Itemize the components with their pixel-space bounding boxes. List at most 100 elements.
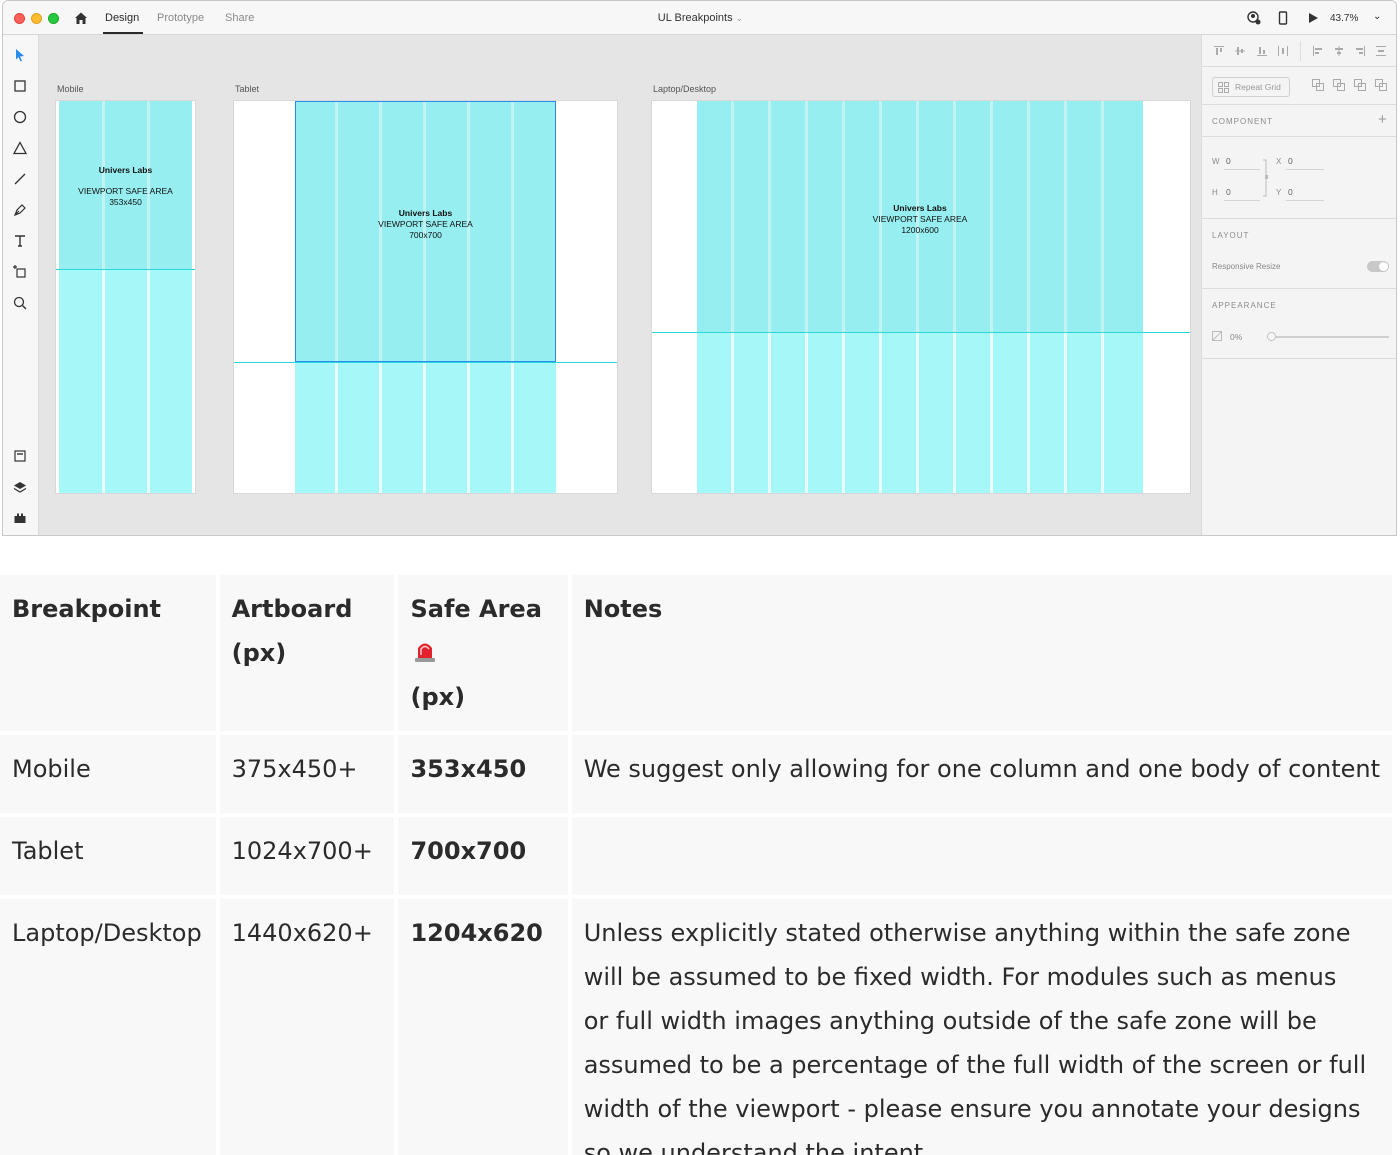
add-component-icon[interactable]: +	[1378, 111, 1387, 128]
lock-aspect-icon[interactable]	[1262, 159, 1272, 197]
tablet-safe-area-caption: Univers Labs VIEWPORT SAFE AREA 700x700	[295, 208, 556, 241]
device-preview-icon[interactable]	[1276, 11, 1290, 25]
x-label: X	[1276, 157, 1282, 166]
boolean-exclude-icon[interactable]	[1375, 79, 1387, 91]
height-field[interactable]: 0	[1226, 187, 1231, 197]
responsive-resize-toggle[interactable]	[1367, 261, 1389, 272]
opacity-value[interactable]: 0%	[1230, 332, 1242, 342]
cell-artboard: 1440x620+	[219, 899, 395, 1155]
repeat-grid-label: Repeat Grid	[1235, 82, 1281, 92]
cell-notes: We suggest only allowing for one column …	[571, 735, 1392, 813]
layers-icon[interactable]	[12, 479, 28, 495]
boolean-intersect-icon[interactable]	[1354, 79, 1366, 91]
title-bar: Design Prototype Share UL Breakpoints ⌄ …	[3, 1, 1396, 35]
artboard-label-mobile[interactable]: Mobile	[57, 84, 84, 94]
align-top-icon[interactable]	[1213, 45, 1225, 57]
safe-area-label: VIEWPORT SAFE AREA	[378, 219, 473, 229]
transform-section: W 0 H 0 X 0 Y 0	[1202, 137, 1396, 219]
share-user-icon[interactable]	[1247, 11, 1261, 25]
align-right-icon[interactable]	[1354, 45, 1366, 57]
header-safe-area-label: Safe Area	[410, 595, 542, 623]
y-label: Y	[1276, 188, 1282, 197]
tools-toolbar	[3, 35, 39, 535]
opacity-slider[interactable]	[1267, 332, 1389, 341]
table-row: Mobile 375x450+ 353x450 We suggest only …	[0, 735, 1392, 813]
breakpoints-table: Breakpoint Artboard (px) Safe Area (px) N…	[0, 571, 1396, 1155]
line-tool-icon[interactable]	[12, 171, 28, 187]
desktop-safe-area-caption: Univers Labs VIEWPORT SAFE AREA 1200x600	[697, 203, 1143, 236]
repeat-grid-button[interactable]: Repeat Grid	[1212, 77, 1290, 97]
zoom-chevron-down-icon[interactable]: ⌄	[1373, 11, 1381, 22]
safe-area-size: 353x450	[109, 197, 142, 207]
align-middle-icon[interactable]	[1234, 45, 1246, 57]
property-inspector: Repeat Grid COMPONENT + W 0 H 0 X 0 Y 0	[1201, 35, 1396, 535]
appearance-heading: APPEARANCE	[1212, 301, 1277, 310]
opacity-slider-thumb[interactable]	[1267, 332, 1276, 341]
align-toolbar	[1202, 35, 1396, 67]
pen-tool-icon[interactable]	[12, 202, 28, 218]
artboard-mobile[interactable]: Univers Labs VIEWPORT SAFE AREA 353x450	[56, 101, 195, 493]
align-center-icon[interactable]	[1333, 45, 1345, 57]
minimize-window-button[interactable]	[31, 13, 42, 24]
width-field[interactable]: 0	[1226, 156, 1231, 166]
appearance-section: APPEARANCE 0%	[1202, 289, 1396, 359]
zoom-tool-icon[interactable]	[12, 295, 28, 311]
polygon-tool-icon[interactable]	[12, 140, 28, 156]
brand-label: Univers Labs	[98, 165, 153, 175]
distribute-horizontal-icon[interactable]	[1277, 45, 1289, 57]
mobile-safe-area	[59, 101, 192, 493]
artboard-label-tablet[interactable]: Tablet	[235, 84, 259, 94]
design-canvas[interactable]: Mobile Univers Labs VIEWPORT SAFE AREA 3…	[39, 35, 1201, 535]
component-heading: COMPONENT	[1212, 117, 1273, 126]
table-header-row: Breakpoint Artboard (px) Safe Area (px) N…	[0, 575, 1392, 731]
layout-section: LAYOUT Responsive Resize	[1202, 219, 1396, 289]
cell-safe-area: 353x450	[398, 735, 568, 813]
header-notes: Notes	[571, 575, 1392, 731]
width-label: W	[1212, 157, 1220, 166]
tablet-viewport-guide	[234, 362, 617, 363]
y-field[interactable]: 0	[1288, 187, 1293, 197]
tab-design[interactable]: Design	[105, 12, 139, 24]
artboard-tool-icon[interactable]	[12, 264, 28, 280]
tab-prototype[interactable]: Prototype	[157, 12, 204, 24]
home-icon[interactable]	[73, 10, 89, 26]
artboard-desktop[interactable]: Univers Labs VIEWPORT SAFE AREA 1200x600	[652, 101, 1190, 493]
distribute-vertical-icon[interactable]	[1375, 45, 1387, 57]
plugins-icon[interactable]	[12, 510, 28, 526]
safe-area-size: 1200x600	[901, 225, 939, 235]
zoom-window-button[interactable]	[48, 13, 59, 24]
assets-icon[interactable]	[12, 448, 28, 464]
cell-breakpoint: Laptop/Desktop	[0, 899, 216, 1155]
cell-notes: Unless explicitly stated otherwise anyth…	[571, 899, 1392, 1155]
align-bottom-icon[interactable]	[1256, 45, 1268, 57]
cell-artboard: 375x450+	[219, 735, 395, 813]
cell-breakpoint: Tablet	[0, 817, 216, 895]
artboard-label-desktop[interactable]: Laptop/Desktop	[653, 84, 716, 94]
repeat-grid-icon	[1218, 82, 1229, 93]
component-section: COMPONENT +	[1202, 105, 1396, 137]
table-row: Tablet 1024x700+ 700x700	[0, 817, 1392, 895]
document-title[interactable]: UL Breakpoints	[658, 12, 733, 24]
tablet-safe-area	[295, 101, 556, 493]
chevron-down-icon[interactable]: ⌄	[736, 13, 744, 23]
app-window: Design Prototype Share UL Breakpoints ⌄ …	[2, 0, 1397, 536]
artboard-tablet[interactable]: Univers Labs VIEWPORT SAFE AREA 700x700	[234, 101, 617, 493]
close-window-button[interactable]	[14, 13, 25, 24]
header-safe-area-unit: (px)	[410, 683, 466, 711]
responsive-resize-label: Responsive Resize	[1212, 262, 1281, 271]
text-tool-icon[interactable]	[12, 233, 28, 249]
boolean-subtract-icon[interactable]	[1333, 79, 1345, 91]
ellipse-tool-icon[interactable]	[12, 109, 28, 125]
header-safe-area: Safe Area (px)	[398, 575, 568, 731]
boolean-add-icon[interactable]	[1312, 79, 1324, 91]
cell-notes	[571, 817, 1392, 895]
x-field[interactable]: 0	[1288, 156, 1293, 166]
rectangle-tool-icon[interactable]	[12, 78, 28, 94]
zoom-level[interactable]: 43.7%	[1330, 13, 1358, 24]
select-tool-icon[interactable]	[12, 47, 28, 63]
tab-share[interactable]: Share	[225, 12, 254, 24]
play-icon[interactable]	[1306, 11, 1320, 25]
cell-breakpoint: Mobile	[0, 735, 216, 813]
align-left-icon[interactable]	[1312, 45, 1324, 57]
repeat-grid-section: Repeat Grid	[1202, 67, 1396, 105]
